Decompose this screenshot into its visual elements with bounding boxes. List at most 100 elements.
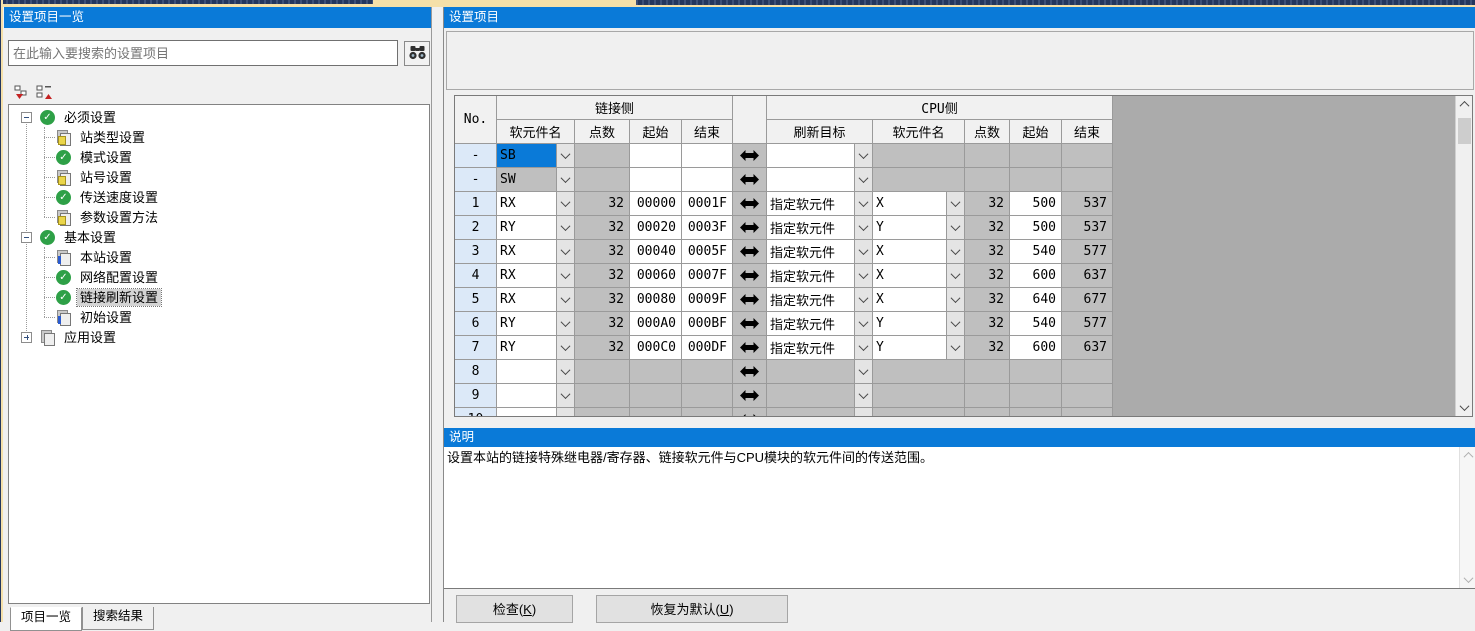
dropdown-button[interactable] <box>946 288 964 311</box>
scroll-down-icon[interactable] <box>1460 571 1475 588</box>
refresh-target-cell[interactable]: 指定软元件 <box>767 216 873 240</box>
tree-item[interactable]: 链接刷新设置 <box>9 287 429 307</box>
cpu-device-cell[interactable] <box>873 384 965 408</box>
link-device-cell[interactable]: RY <box>497 312 575 336</box>
link-start-cell[interactable] <box>630 168 682 192</box>
dropdown-button[interactable] <box>854 408 872 417</box>
cpu-device-cell[interactable]: Y <box>873 216 965 240</box>
cpu-start-cell[interactable]: 600 <box>1010 264 1062 288</box>
refresh-target-cell[interactable] <box>767 360 873 384</box>
link-start-cell[interactable]: 00020 <box>630 216 682 240</box>
scroll-up-icon[interactable] <box>1456 96 1473 113</box>
row-number-cell[interactable]: 2 <box>455 216 497 240</box>
tree-item-label[interactable]: 初始设置 <box>77 309 135 326</box>
dropdown-button[interactable] <box>854 168 872 191</box>
tree-item-label[interactable]: 参数设置方法 <box>77 209 161 226</box>
dropdown-button[interactable] <box>946 336 964 359</box>
dropdown-button[interactable] <box>946 240 964 263</box>
refresh-target-cell[interactable] <box>767 408 873 417</box>
dropdown-button[interactable] <box>556 144 574 167</box>
link-end-cell[interactable]: 0003F <box>682 216 733 240</box>
restore-default-button[interactable]: 恢复为默认(U) <box>596 595 788 623</box>
cpu-device-cell[interactable] <box>873 408 965 417</box>
dropdown-button[interactable] <box>946 192 964 215</box>
cpu-start-cell[interactable]: 640 <box>1010 288 1062 312</box>
cpu-device-cell[interactable] <box>873 144 965 168</box>
dropdown-button[interactable] <box>854 312 872 335</box>
link-end-cell[interactable]: 0001F <box>682 192 733 216</box>
row-number-cell[interactable]: 9 <box>455 384 497 408</box>
refresh-target-cell[interactable]: 指定软元件 <box>767 336 873 360</box>
tree-item[interactable]: 模式设置 <box>9 147 429 167</box>
cpu-device-cell[interactable] <box>873 360 965 384</box>
refresh-target-cell[interactable]: 指定软元件 <box>767 192 873 216</box>
link-start-cell[interactable] <box>630 384 682 408</box>
refresh-target-cell[interactable] <box>767 168 873 192</box>
refresh-target-cell[interactable]: 指定软元件 <box>767 240 873 264</box>
tree-item-label[interactable]: 网络配置设置 <box>77 269 161 286</box>
tree-expander-icon[interactable] <box>21 232 32 243</box>
tree-item-label[interactable]: 站类型设置 <box>77 129 148 146</box>
row-number-cell[interactable]: 3 <box>455 240 497 264</box>
cpu-start-cell[interactable]: 540 <box>1010 240 1062 264</box>
dropdown-button[interactable] <box>556 288 574 311</box>
tree-expander-icon[interactable] <box>21 112 32 123</box>
cpu-device-cell[interactable]: X <box>873 192 965 216</box>
link-end-cell[interactable] <box>682 408 733 417</box>
cpu-start-cell[interactable] <box>1010 384 1062 408</box>
tab-search-result[interactable]: 搜索结果 <box>82 607 154 630</box>
refresh-target-cell[interactable]: 指定软元件 <box>767 288 873 312</box>
tree-item[interactable]: 本站设置 <box>9 247 429 267</box>
dropdown-button[interactable] <box>854 384 872 407</box>
link-device-cell[interactable]: RX <box>497 192 575 216</box>
link-end-cell[interactable] <box>682 384 733 408</box>
link-device-cell[interactable] <box>497 408 575 417</box>
link-end-cell[interactable]: 000DF <box>682 336 733 360</box>
cpu-device-cell[interactable]: X <box>873 240 965 264</box>
description-scrollbar[interactable] <box>1459 447 1475 588</box>
scroll-up-icon[interactable] <box>1460 447 1475 464</box>
link-end-cell[interactable]: 0009F <box>682 288 733 312</box>
tree-item[interactable]: 站类型设置 <box>9 127 429 147</box>
dropdown-button[interactable] <box>556 192 574 215</box>
dropdown-button[interactable] <box>556 384 574 407</box>
tree-expander-icon[interactable] <box>21 332 32 343</box>
refresh-target-cell[interactable]: 指定软元件 <box>767 312 873 336</box>
tree-item-label[interactable]: 站号设置 <box>77 169 135 186</box>
link-device-cell[interactable] <box>497 384 575 408</box>
cpu-device-cell[interactable]: Y <box>873 312 965 336</box>
cpu-device-cell[interactable]: X <box>873 264 965 288</box>
collapse-all-icon[interactable] <box>13 84 32 101</box>
cpu-device-cell[interactable]: Y <box>873 336 965 360</box>
dropdown-button[interactable] <box>854 144 872 167</box>
row-number-cell[interactable]: 8 <box>455 360 497 384</box>
dropdown-button[interactable] <box>556 360 574 383</box>
dropdown-button[interactable] <box>556 264 574 287</box>
dropdown-button[interactable] <box>946 264 964 287</box>
tree-item[interactable]: 基本设置 <box>9 227 429 247</box>
dropdown-button[interactable] <box>946 216 964 239</box>
cpu-start-cell[interactable] <box>1010 168 1062 192</box>
tree-item-label[interactable]: 必须设置 <box>61 109 119 126</box>
link-start-cell[interactable] <box>630 144 682 168</box>
table-vertical-scrollbar[interactable] <box>1455 96 1472 416</box>
tree-item-label[interactable]: 本站设置 <box>77 249 135 266</box>
tree-item[interactable]: 初始设置 <box>9 307 429 327</box>
cpu-start-cell[interactable]: 500 <box>1010 192 1062 216</box>
link-end-cell[interactable]: 0007F <box>682 264 733 288</box>
dropdown-button[interactable] <box>854 240 872 263</box>
row-number-cell[interactable]: - <box>455 144 497 168</box>
tree-item[interactable]: 必须设置 <box>9 107 429 127</box>
link-device-cell[interactable]: RX <box>497 240 575 264</box>
row-number-cell[interactable]: 7 <box>455 336 497 360</box>
cpu-start-cell[interactable]: 600 <box>1010 336 1062 360</box>
tree-item[interactable]: 站号设置 <box>9 167 429 187</box>
link-device-cell[interactable] <box>497 360 575 384</box>
row-number-cell[interactable]: 1 <box>455 192 497 216</box>
check-button[interactable]: 检查(K) <box>456 595 573 623</box>
dropdown-button[interactable] <box>854 264 872 287</box>
dropdown-button[interactable] <box>556 312 574 335</box>
search-button[interactable] <box>404 41 430 66</box>
cpu-device-cell[interactable] <box>873 168 965 192</box>
tree-item-label[interactable]: 应用设置 <box>61 329 119 346</box>
